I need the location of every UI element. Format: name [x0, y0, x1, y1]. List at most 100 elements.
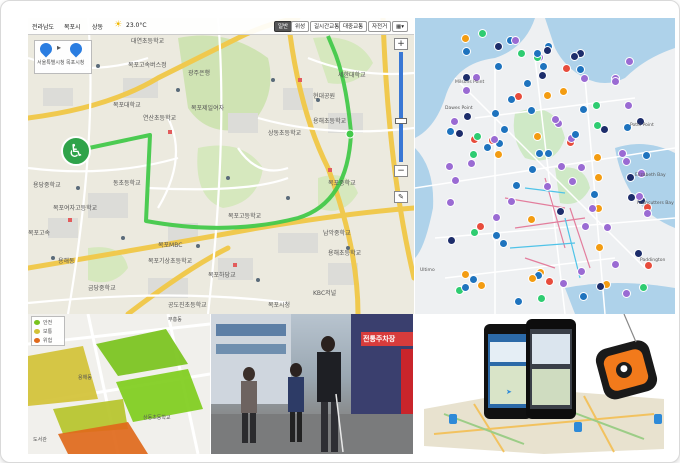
- poi-marker[interactable]: [538, 62, 548, 72]
- poi-marker[interactable]: [461, 46, 471, 56]
- poi-marker[interactable]: [532, 131, 542, 141]
- zoom-out-icon[interactable]: −: [394, 165, 408, 177]
- poi-marker[interactable]: [462, 85, 472, 95]
- poi-marker[interactable]: [445, 161, 455, 171]
- poi-marker[interactable]: [579, 292, 589, 302]
- poi-marker[interactable]: [643, 209, 653, 219]
- layers-icon[interactable]: ▦▾: [392, 21, 408, 32]
- poi-marker[interactable]: [543, 182, 553, 192]
- poi-marker[interactable]: [527, 106, 537, 116]
- poi-marker[interactable]: [589, 189, 599, 199]
- dong-select[interactable]: 상동: [92, 22, 103, 31]
- poi-marker[interactable]: [461, 33, 471, 43]
- poi-marker[interactable]: [544, 148, 554, 158]
- poi-marker[interactable]: [595, 243, 605, 253]
- poi-marker[interactable]: [603, 222, 613, 232]
- poi-marker[interactable]: [555, 207, 565, 217]
- poi-marker[interactable]: [450, 175, 460, 185]
- poi-marker[interactable]: [625, 56, 635, 66]
- poi-marker[interactable]: [506, 197, 516, 207]
- poi-marker[interactable]: [455, 129, 465, 139]
- poi-marker[interactable]: [571, 129, 581, 139]
- poi-marker[interactable]: [528, 164, 538, 174]
- poi-marker[interactable]: [634, 191, 644, 201]
- poi-marker[interactable]: [489, 135, 499, 145]
- poi-marker[interactable]: [559, 279, 569, 289]
- poi-marker[interactable]: [492, 212, 501, 222]
- poi-marker[interactable]: [592, 120, 602, 130]
- ruler-icon[interactable]: ✎: [394, 191, 408, 203]
- poi-marker[interactable]: [638, 282, 648, 292]
- poi-marker[interactable]: [476, 281, 486, 291]
- poi-marker[interactable]: [466, 159, 476, 169]
- poi-marker[interactable]: [535, 148, 545, 158]
- poi-marker[interactable]: [626, 173, 636, 183]
- zoom-handle[interactable]: [395, 118, 407, 124]
- district-select[interactable]: 목포시: [64, 22, 81, 31]
- map-type-normal-button[interactable]: 일반: [274, 21, 293, 32]
- poi-marker[interactable]: [595, 282, 605, 292]
- poi-marker[interactable]: [446, 126, 456, 136]
- poi-marker[interactable]: [536, 293, 546, 303]
- poi-marker[interactable]: [562, 64, 572, 74]
- poi-marker[interactable]: [621, 157, 631, 167]
- poi-marker[interactable]: [558, 87, 568, 97]
- poi-marker[interactable]: [528, 273, 538, 283]
- safety-zone-map-panel[interactable]: 안전 보통 위험 용해동 부흥동 도서관 상동초등학교: [28, 314, 210, 454]
- poi-marker[interactable]: [460, 282, 470, 292]
- poi-marker[interactable]: [642, 150, 652, 160]
- poi-marker[interactable]: [493, 42, 503, 52]
- transit-button[interactable]: 대중교통: [339, 21, 368, 32]
- poi-marker[interactable]: [542, 45, 552, 55]
- poi-marker[interactable]: [494, 61, 504, 71]
- poi-marker[interactable]: [514, 296, 524, 306]
- poi-marker[interactable]: [611, 77, 621, 87]
- poi-marker[interactable]: [569, 51, 579, 61]
- map-type-satellite-button[interactable]: 위성: [291, 21, 310, 32]
- poi-marker[interactable]: [577, 163, 587, 173]
- poi-marker[interactable]: [522, 78, 532, 88]
- zoom-slider[interactable]: [399, 52, 403, 162]
- poi-marker[interactable]: [445, 198, 455, 208]
- poi-marker[interactable]: [557, 161, 567, 171]
- city-poi-map-panel[interactable]: Milsons Point Dawes Point Potts Point El…: [415, 18, 675, 314]
- zoom-in-icon[interactable]: +: [394, 38, 408, 50]
- poi-marker[interactable]: [446, 235, 456, 245]
- poi-marker[interactable]: [580, 74, 590, 84]
- bicycle-button[interactable]: 자전거: [368, 21, 392, 32]
- poi-marker[interactable]: [516, 49, 526, 59]
- poi-marker[interactable]: [470, 228, 480, 238]
- poi-marker[interactable]: [611, 259, 621, 269]
- poi-marker[interactable]: [593, 153, 603, 163]
- poi-marker[interactable]: [575, 65, 585, 75]
- poi-marker[interactable]: [500, 124, 510, 134]
- poi-marker[interactable]: [567, 176, 577, 186]
- poi-marker[interactable]: [469, 150, 479, 160]
- poi-marker[interactable]: [634, 248, 644, 258]
- region-select[interactable]: 전라남도: [32, 22, 54, 31]
- wheelchair-icon[interactable]: ♿: [61, 136, 91, 166]
- poi-marker[interactable]: [449, 117, 459, 126]
- poi-marker[interactable]: [462, 111, 472, 121]
- poi-marker[interactable]: [533, 48, 543, 58]
- poi-marker[interactable]: [581, 222, 591, 232]
- poi-marker[interactable]: [473, 131, 483, 141]
- poi-marker[interactable]: [493, 149, 503, 159]
- poi-marker[interactable]: [592, 101, 602, 111]
- poi-marker[interactable]: [499, 238, 509, 248]
- poi-marker[interactable]: [511, 35, 521, 45]
- poi-marker[interactable]: [537, 71, 547, 81]
- poi-marker[interactable]: [491, 109, 501, 119]
- poi-marker[interactable]: [506, 94, 516, 104]
- poi-marker[interactable]: [579, 105, 589, 115]
- poi-marker[interactable]: [550, 114, 560, 124]
- poi-marker[interactable]: [577, 267, 587, 277]
- poi-marker[interactable]: [527, 215, 537, 225]
- poi-marker[interactable]: [478, 28, 488, 38]
- poi-marker[interactable]: [622, 288, 632, 298]
- poi-marker[interactable]: [544, 277, 554, 287]
- route-map-panel[interactable]: 전라남도 목포시 상동 ☀ 23.0°C 일반 위성 길시간교통 대중교통 자전…: [28, 18, 414, 314]
- poi-marker[interactable]: [624, 100, 634, 110]
- poi-marker[interactable]: [512, 181, 522, 191]
- poi-marker[interactable]: [543, 91, 553, 101]
